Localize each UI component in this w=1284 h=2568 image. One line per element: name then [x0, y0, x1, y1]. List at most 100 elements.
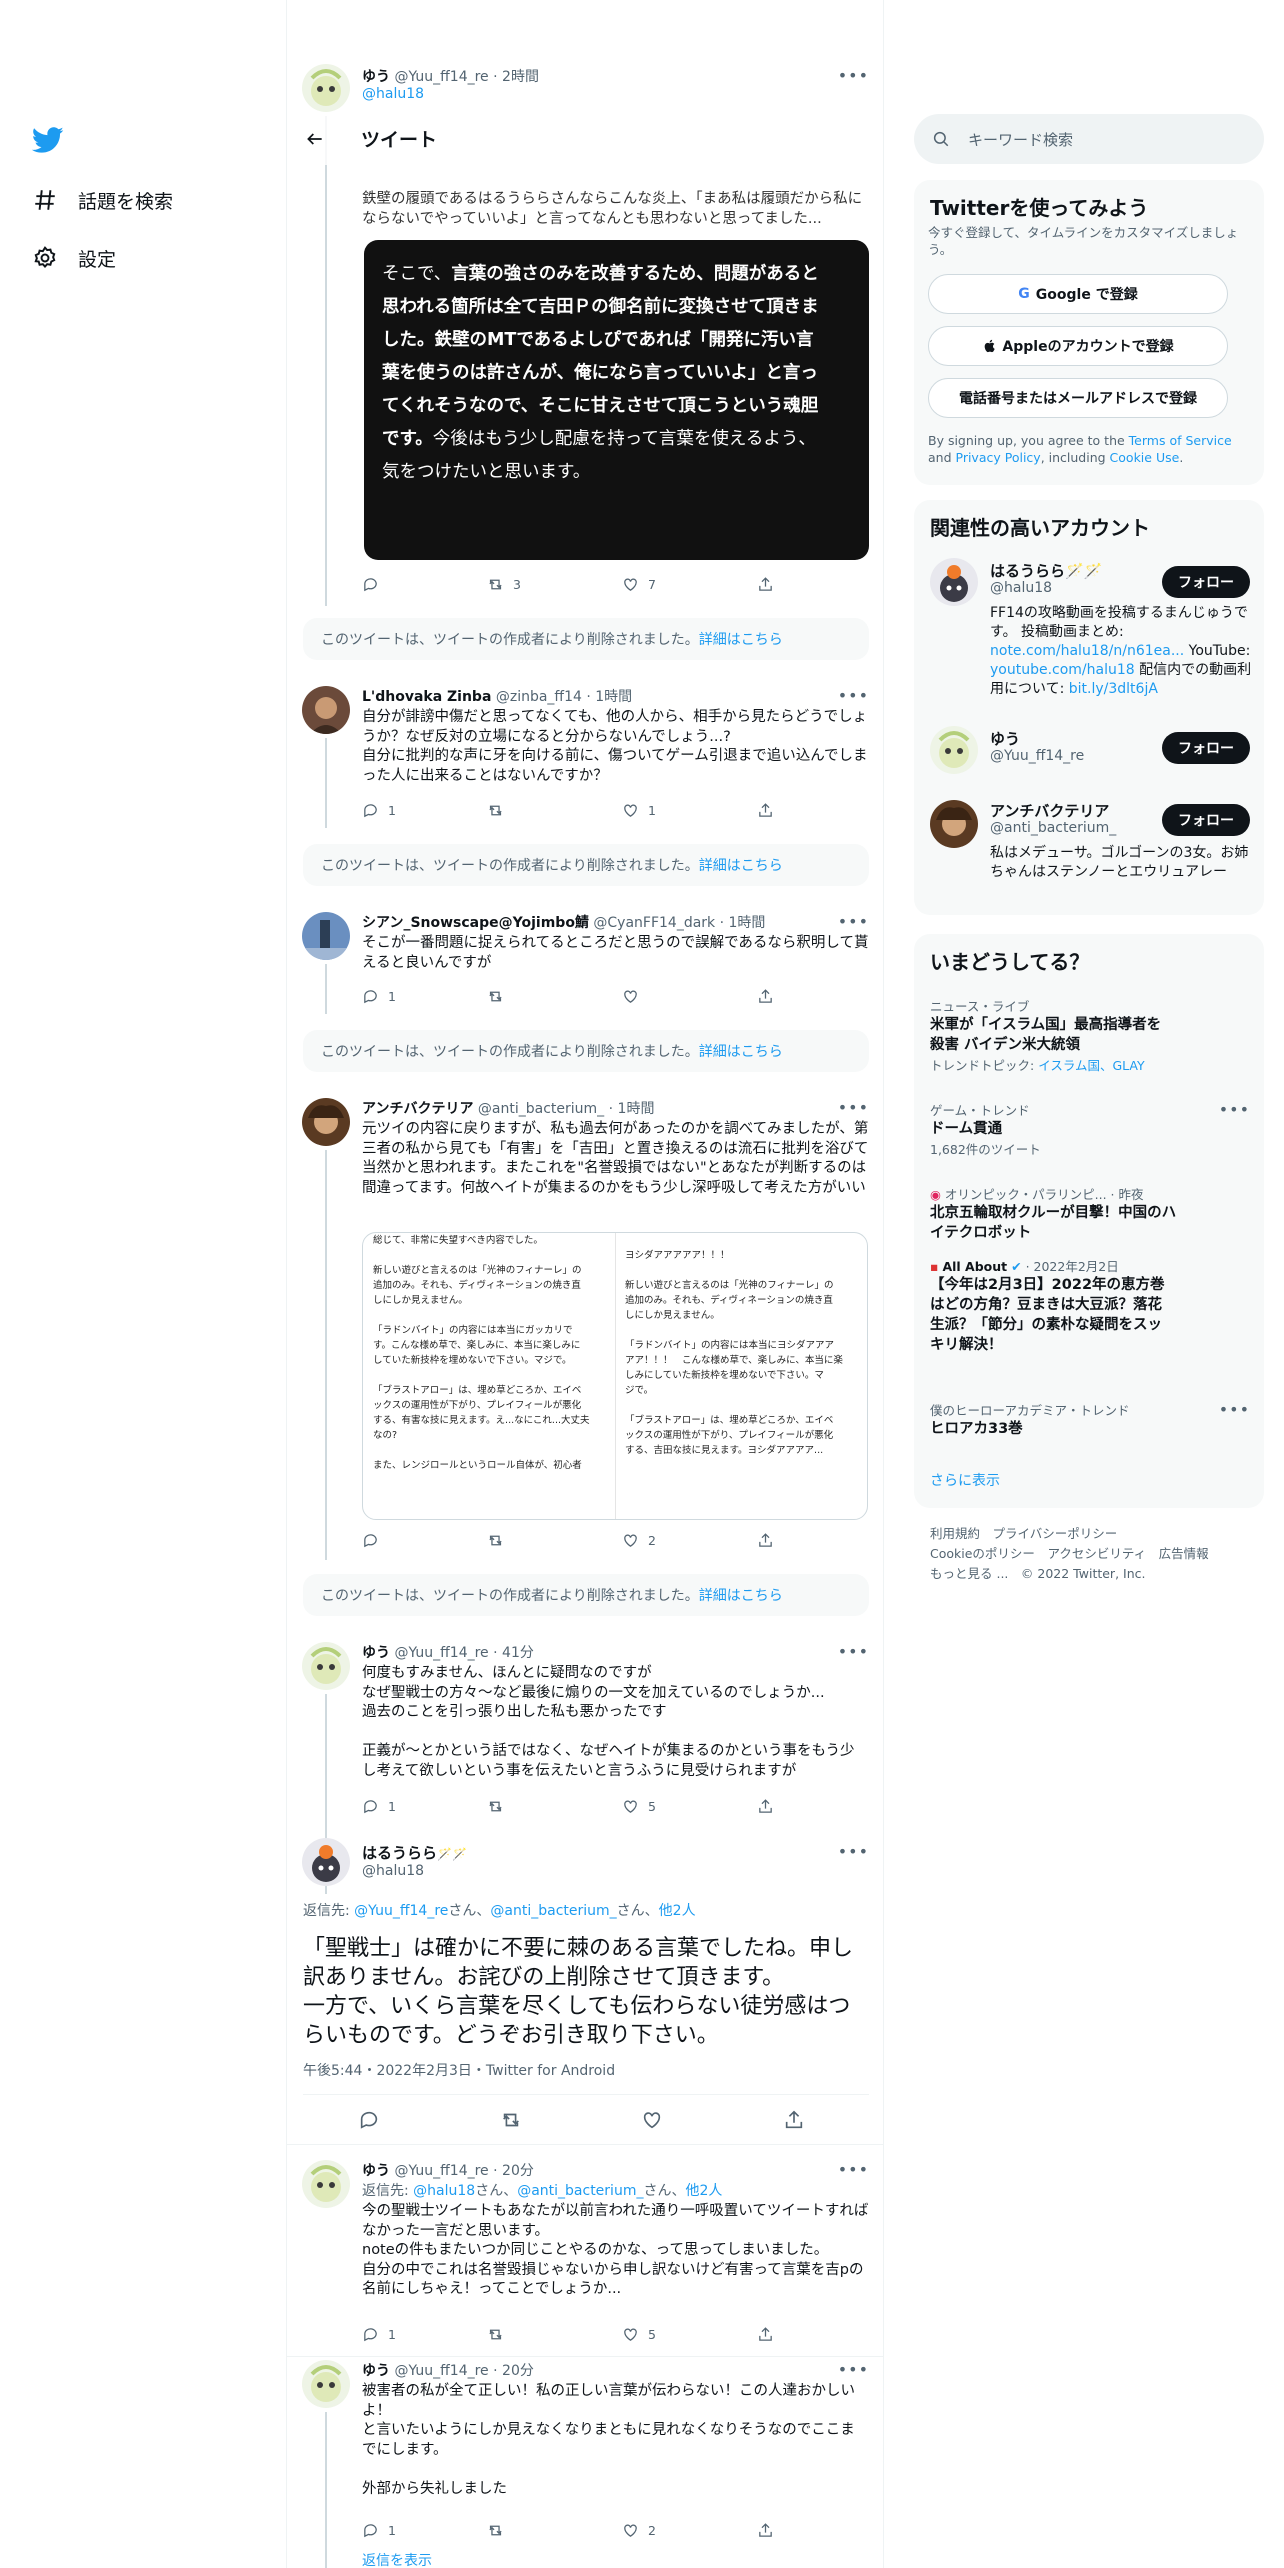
account-name[interactable]: アンチバクテリア [990, 800, 1109, 821]
share-button[interactable] [757, 800, 783, 820]
terms-link[interactable]: Terms of Service [1129, 433, 1232, 448]
footer-link[interactable]: アクセシビリティ [1047, 1546, 1146, 1561]
search-bar[interactable]: キーワード検索 [914, 114, 1264, 164]
more-icon[interactable]: ••• [838, 2360, 869, 2379]
retweet-button[interactable]: 3 [487, 574, 622, 594]
tweet[interactable]: L'dhovaka Zinba @zinba_ff14 · 1時間 ••• 自分… [287, 680, 883, 830]
account-handle[interactable]: @anti_bacterium_ [990, 820, 1116, 836]
more-icon[interactable]: ••• [838, 686, 869, 705]
timestamp[interactable]: 1時間 [618, 1101, 655, 1117]
handle[interactable]: @halu18 [362, 1863, 467, 1879]
more-icon[interactable]: ••• [838, 1842, 869, 1861]
tweet-media-image[interactable]: 総じて、非常に失望すべき内容でした。 新しい遊びと言えるのは「光神のフィナーレ」の… [362, 1232, 868, 1520]
reply-button[interactable] [362, 574, 487, 594]
trend-item[interactable]: ◉ オリンピック・パラリンピ... · 昨夜 北京五輪取材クルーが目撃！中国のハ… [930, 1184, 1250, 1243]
like-button[interactable] [622, 986, 757, 1006]
tweet-meta[interactable]: 午後5:44・2022年2月3日・Twitter for Android [303, 2060, 615, 2080]
show-replies-link[interactable]: 返信を表示 [362, 2550, 432, 2568]
reply-to-link[interactable]: @halu18 [362, 86, 869, 102]
retweet-button[interactable] [487, 1796, 622, 1816]
footer-more-link[interactable]: もっと見る ... [930, 1566, 1008, 1581]
avatar[interactable] [930, 800, 978, 848]
retweet-button[interactable] [487, 2520, 622, 2540]
handle[interactable]: @Yuu_ff14_re [394, 2163, 488, 2179]
handle[interactable]: @Yuu_ff14_re [394, 2363, 488, 2379]
display-name[interactable]: シアン_Snowscape@Yojimbo鯖 [362, 915, 589, 931]
retweet-button[interactable] [487, 800, 622, 820]
phone-email-signup-button[interactable]: 電話番号またはメールアドレスで登録 [928, 378, 1228, 418]
account-handle[interactable]: @halu18 [990, 580, 1052, 596]
display-name[interactable]: ゆう [362, 1645, 390, 1661]
account-name[interactable]: ゆう [990, 728, 1020, 749]
handle[interactable]: @Yuu_ff14_re [394, 1645, 488, 1661]
like-button[interactable]: 2 [622, 1530, 757, 1550]
reply-button[interactable]: 1 [362, 2324, 487, 2344]
account-name[interactable]: はるうらら🪄🪄 [990, 560, 1102, 581]
more-icon[interactable]: ••• [838, 1098, 869, 1117]
follow-button[interactable]: フォロー [1162, 566, 1250, 598]
cookie-link[interactable]: Cookie Use [1110, 450, 1180, 465]
more-icon[interactable]: ••• [838, 1642, 869, 1661]
trend-item[interactable]: ニュース・ライブ 米軍が「イスラム国」最高指導者を殺害 バイデン米大統領 トレン… [930, 996, 1250, 1074]
like-button[interactable]: 7 [622, 574, 757, 594]
share-button[interactable] [757, 986, 783, 1006]
reply-button[interactable]: 1 [362, 986, 487, 1006]
timestamp[interactable]: 20分 [502, 2163, 534, 2179]
display-name[interactable]: ゆう [362, 2363, 390, 2379]
like-button[interactable]: 5 [622, 1796, 757, 1816]
display-name[interactable]: ゆう [362, 2163, 390, 2179]
more-icon[interactable]: ••• [838, 2160, 869, 2179]
details-link[interactable]: 詳細はこちら [699, 629, 783, 649]
footer-link[interactable]: 利用規約 [930, 1526, 980, 1541]
avatar[interactable] [302, 1838, 350, 1886]
avatar[interactable] [930, 558, 978, 606]
account-handle[interactable]: @Yuu_ff14_re [990, 748, 1084, 764]
more-icon[interactable]: ••• [1219, 1100, 1250, 1119]
display-name[interactable]: L'dhovaka Zinba [362, 689, 491, 705]
avatar[interactable] [302, 1098, 350, 1146]
avatar[interactable] [302, 2160, 350, 2208]
handle[interactable]: @zinba_ff14 [496, 689, 582, 705]
handle[interactable]: @anti_bacterium_ [478, 1101, 604, 1117]
display-name[interactable]: ゆう [362, 69, 390, 85]
details-link[interactable]: 詳細はこちら [699, 855, 783, 875]
avatar[interactable] [302, 1642, 350, 1690]
like-button[interactable]: 5 [622, 2324, 757, 2344]
avatar[interactable] [302, 64, 350, 112]
timestamp[interactable]: 41分 [502, 1645, 534, 1661]
share-button[interactable] [757, 1796, 783, 1816]
avatar[interactable] [302, 912, 350, 960]
show-more-link[interactable]: さらに表示 [930, 1470, 1000, 1490]
trend-item[interactable]: ▪ All About ✔ · 2022年2月2日 【今年は2月3日】2022年… [930, 1256, 1250, 1355]
reply-button[interactable]: 1 [362, 1796, 487, 1816]
reply-button[interactable] [362, 1530, 487, 1550]
avatar[interactable] [930, 726, 978, 774]
more-icon[interactable]: ••• [838, 912, 869, 931]
reply-button[interactable]: 1 [362, 2520, 487, 2540]
retweet-button[interactable] [487, 2324, 622, 2344]
tweet[interactable]: ゆう @Yuu_ff14_re · 20分 ••• 返信先: @halu18さん… [287, 2158, 883, 2358]
avatar[interactable] [302, 2360, 350, 2408]
reply-button[interactable] [358, 2110, 389, 2130]
display-name[interactable]: はるうらら [362, 1844, 437, 1862]
nav-settings[interactable]: 設定 [32, 238, 116, 278]
tweet[interactable]: ゆう @Yuu_ff14_re · 41分 ••• 何度もすみません、ほんとに疑… [287, 1636, 883, 1894]
share-button[interactable] [757, 2324, 783, 2344]
handle[interactable]: @Yuu_ff14_re [394, 69, 488, 85]
twitter-logo-icon[interactable] [31, 124, 68, 160]
avatar[interactable] [302, 686, 350, 734]
google-signup-button[interactable]: G Google で登録 [928, 274, 1228, 314]
tweet-media-image[interactable]: そこで、言葉の強さのみを改善するため、問題があると 思われる箇所は全て吉田Ｐの御… [364, 240, 869, 560]
display-name[interactable]: アンチバクテリア [362, 1101, 473, 1117]
like-button[interactable]: 1 [622, 800, 757, 820]
search-input[interactable]: キーワード検索 [968, 129, 1073, 150]
tweet[interactable]: ゆう @Yuu_ff14_re · 20分 ••• 被害者の私が全て正しい！私の… [287, 2358, 883, 2568]
tweet[interactable]: シアン_Snowscape@Yojimbo鯖 @CyanFF14_dark · … [287, 906, 883, 1016]
nav-explore[interactable]: 話題を検索 [32, 180, 173, 220]
reply-button[interactable]: 1 [362, 800, 487, 820]
like-button[interactable] [641, 2110, 672, 2130]
like-button[interactable]: 2 [622, 2520, 757, 2540]
timestamp[interactable]: 1時間 [729, 915, 766, 931]
more-icon[interactable]: ••• [838, 66, 869, 85]
retweet-button[interactable] [487, 986, 622, 1006]
